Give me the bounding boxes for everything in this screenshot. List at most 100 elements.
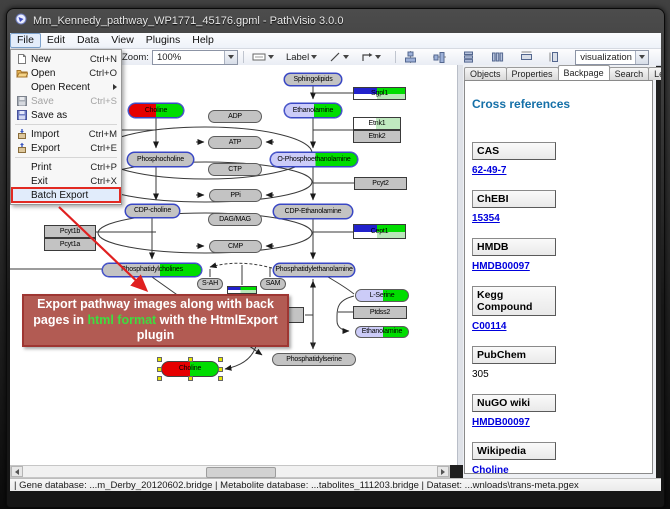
menu-data[interactable]: Data [71, 34, 105, 47]
menu-help[interactable]: Help [186, 34, 220, 47]
chevron-down-icon [311, 55, 317, 59]
gene-node-pcyt1b[interactable]: Pcyt1b [44, 225, 96, 238]
zoom-value: 100% [157, 52, 181, 63]
gene-node-etnk2[interactable]: Etnk2 [353, 130, 401, 143]
menu-item-exit[interactable]: ExitCtrl+X [12, 174, 120, 188]
title-bar[interactable]: Mm_Kennedy_pathway_WP1771_45176.gpml - P… [7, 9, 664, 33]
gene-node-ptdss2[interactable]: Ptdss2 [353, 306, 407, 319]
crossref-link[interactable]: HMDB00097 [472, 417, 652, 429]
backpage-panel[interactable]: Cross references CAS62-49-7ChEBI15354HMD… [464, 80, 653, 474]
menu-edit[interactable]: Edit [41, 34, 71, 47]
tab-backpage[interactable]: Backpage [558, 65, 610, 80]
tab-objects[interactable]: Objects [464, 67, 507, 80]
horizontal-scrollbar[interactable] [10, 465, 450, 478]
submenu-arrow-icon [113, 84, 117, 90]
stack-vertical-button[interactable] [459, 50, 478, 64]
backpage-section: ChEBI15354 [472, 190, 652, 225]
menu-separator [15, 124, 117, 125]
selection-handle[interactable] [188, 376, 193, 381]
selection-handle[interactable] [157, 376, 162, 381]
stack-horizontal-button[interactable] [488, 50, 507, 64]
selection-handle[interactable] [157, 367, 162, 372]
gene-node-sgpl1[interactable]: Sgpl1 [353, 87, 406, 100]
gene-node-pcyt1a[interactable]: Pcyt1a [44, 238, 96, 251]
metabolite-node-phosphatidylcholines[interactable]: Phosphatidylcholines [102, 263, 202, 277]
menu-item-import[interactable]: ImportCtrl+M [12, 127, 120, 141]
selection-handle[interactable] [218, 376, 223, 381]
datanode-tool-button[interactable] [249, 50, 277, 64]
common-width-button[interactable] [517, 50, 536, 64]
metabolite-node-adp[interactable]: ADP [208, 110, 262, 123]
export-icon [15, 142, 28, 154]
common-height-button[interactable] [546, 50, 565, 64]
menu-item-save[interactable]: SaveCtrl+S [12, 94, 120, 108]
visualization-combobox[interactable]: visualization [575, 50, 649, 65]
metabolite-node-ctp[interactable]: CTP [208, 163, 262, 176]
align-center-button[interactable] [401, 50, 420, 64]
scrollbar-thumb[interactable] [206, 467, 276, 478]
zoom-dropdown-button[interactable] [224, 51, 237, 64]
metabolite-node-sphingolipids[interactable]: Sphingolipids [284, 73, 342, 86]
crossref-link[interactable]: C00114 [472, 321, 652, 333]
menu-view[interactable]: View [105, 34, 140, 47]
gene-node-pcyt2[interactable]: Pcyt2 [354, 177, 407, 190]
scroll-left-button[interactable] [11, 466, 23, 477]
menu-item-batch-export[interactable]: Batch Export [12, 188, 120, 202]
menu-plugins[interactable]: Plugins [140, 34, 186, 47]
metabolite-node-phosphocholine[interactable]: Phosphocholine [127, 152, 194, 167]
menu-item-label: Save [31, 96, 54, 107]
app-icon [15, 12, 27, 30]
metabolite-node-o-phosphoethanolamine[interactable]: O-Phosphoethanolamine [270, 152, 358, 167]
metabolite-node-dag-mag[interactable]: DAG/MAG [208, 213, 262, 226]
metabolite-node-l-serine[interactable]: L-Serine [355, 289, 409, 302]
metabolite-node-cdp-ethanolamine[interactable]: CDP-Ethanolamine [273, 204, 353, 219]
tab-properties[interactable]: Properties [506, 67, 559, 80]
stack-vertical-icon [462, 51, 475, 63]
crossref-link[interactable]: 15354 [472, 213, 652, 225]
line-tool-button[interactable] [326, 50, 352, 64]
zoom-combobox[interactable]: 100% [152, 50, 238, 65]
selection-handle[interactable] [157, 357, 162, 362]
label-tool-button[interactable]: Label [283, 51, 320, 64]
metabolite-node-cdp-choline[interactable]: CDP-choline [125, 204, 180, 218]
import-icon [15, 128, 28, 140]
gene-node-cept1[interactable]: Cept1 [353, 224, 406, 239]
metabolite-node-ethanolamine[interactable]: Ethanolamine [355, 326, 409, 338]
align-middle-button[interactable] [430, 50, 449, 64]
chevron-down-icon [343, 55, 349, 59]
metabolite-node-atp[interactable]: ATP [208, 136, 262, 149]
crossref-link[interactable]: HMDB00097 [472, 261, 652, 273]
menu-item-export[interactable]: ExportCtrl+E [12, 141, 120, 155]
tab-legend[interactable]: Legend [648, 67, 661, 80]
selection-handle[interactable] [188, 357, 193, 362]
crossref-link[interactable]: 62-49-7 [472, 165, 652, 177]
section-header: Wikipedia [472, 442, 556, 460]
connector-tool-button[interactable] [358, 50, 384, 64]
metabolite-node-ppi[interactable]: PPi [209, 189, 262, 202]
metabolite-node-choline[interactable]: Choline [128, 103, 184, 118]
gene-node-hidden[interactable] [227, 286, 257, 294]
menu-item-print[interactable]: PrintCtrl+P [12, 160, 120, 174]
selection-handle[interactable] [218, 357, 223, 362]
gene-node-etnk1[interactable]: Etnk1 [353, 117, 401, 130]
visualization-dropdown-button[interactable] [635, 51, 648, 64]
tab-search[interactable]: Search [609, 67, 650, 80]
metabolite-node-cmp[interactable]: CMP [209, 240, 262, 253]
menu-item-new[interactable]: NewCtrl+N [12, 52, 120, 66]
metabolite-node-sam[interactable]: SAM [260, 278, 286, 290]
metabolite-node-s-ah[interactable]: S-AH [197, 278, 223, 290]
metabolite-node-ethanolamine[interactable]: Ethanolamine [284, 103, 342, 118]
metabolite-node-phosphatidylethanolamine[interactable]: Phosphatidylethanolamine [273, 263, 355, 277]
scroll-right-button[interactable] [437, 466, 449, 477]
backpage-section: PubChem305 [472, 346, 652, 381]
metabolite-node-choline[interactable]: Choline [161, 361, 219, 377]
menu-item-label: Open Recent [31, 82, 90, 93]
menu-item-save-as[interactable]: Save as [12, 108, 120, 122]
metabolite-node-phosphatidylserine[interactable]: Phosphatidylserine [272, 353, 356, 366]
section-header: HMDB [472, 238, 556, 256]
crossref-link[interactable]: Choline [472, 465, 652, 474]
selection-handle[interactable] [218, 367, 223, 372]
menu-file[interactable]: File [10, 33, 41, 48]
menu-item-open-recent[interactable]: Open Recent [12, 80, 120, 94]
menu-item-open[interactable]: OpenCtrl+O [12, 66, 120, 80]
